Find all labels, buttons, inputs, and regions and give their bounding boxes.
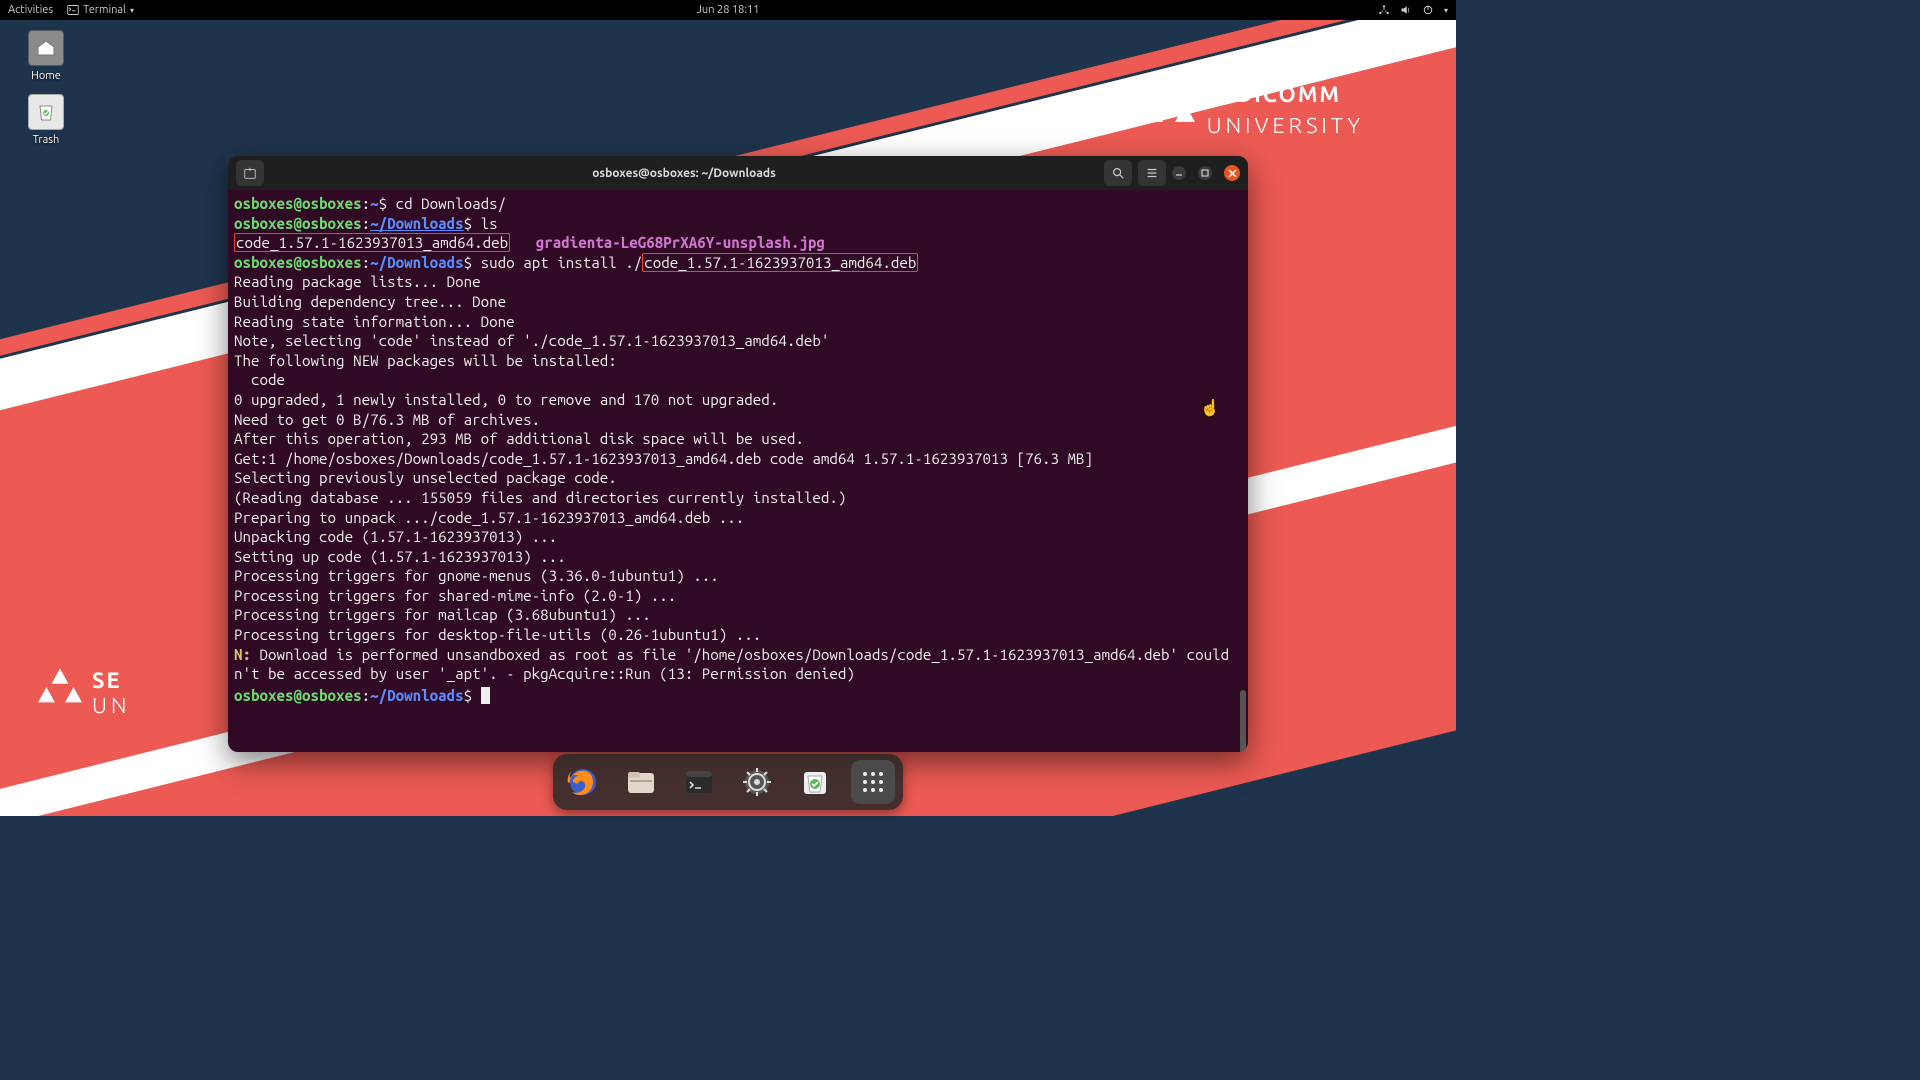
gnome-topbar: Activities Terminal ▾ Jun 28 18:11 ▾: [0, 0, 1456, 20]
brand-line2-small: UN: [92, 693, 131, 718]
term-line: 0 upgraded, 1 newly installed, 0 to remo…: [234, 391, 778, 408]
brand-logo: SEDICOMM UNIVERSITY: [1207, 80, 1364, 142]
term-line: Processing triggers for shared-mime-info…: [234, 587, 676, 604]
term-line: Reading package lists... Done: [234, 273, 481, 290]
home-folder-icon: [28, 30, 64, 66]
brand-logo-small: SE UN: [92, 668, 131, 718]
trash-icon: [28, 94, 64, 130]
activities-button[interactable]: Activities: [8, 4, 53, 16]
search-button[interactable]: [1104, 160, 1132, 186]
term-line: The following NEW packages will be insta…: [234, 352, 617, 369]
prompt-path: ~/Downloads: [370, 215, 464, 232]
prompt-userhost: osboxes@osboxes: [234, 195, 362, 212]
maximize-button[interactable]: [1198, 166, 1212, 180]
dock-firefox[interactable]: [561, 760, 605, 804]
terminal-cursor: [481, 687, 490, 704]
term-line: Processing triggers for gnome-menus (3.3…: [234, 567, 719, 584]
term-line: Processing triggers for mailcap (3.68ubu…: [234, 606, 651, 623]
new-tab-button[interactable]: [236, 160, 264, 186]
desktop-home-label: Home: [18, 70, 74, 82]
dock-show-apps[interactable]: [851, 760, 895, 804]
term-line: Selecting previously unselected package …: [234, 469, 617, 486]
term-line: Reading state information... Done: [234, 313, 515, 330]
terminal-icon: [67, 4, 79, 16]
term-line: Preparing to unpack .../code_1.57.1-1623…: [234, 509, 744, 526]
prompt-userhost: osboxes@osboxes: [234, 687, 362, 704]
terminal-output[interactable]: osboxes@osboxes:~$ cd Downloads/ osboxes…: [228, 190, 1248, 752]
term-line: code: [234, 371, 285, 388]
chevron-down-icon[interactable]: ▾: [1444, 6, 1448, 15]
note-text: Download is performed unsandboxed as roo…: [234, 646, 1229, 683]
note-prefix: N:: [234, 646, 251, 663]
app-menu[interactable]: Terminal ▾: [67, 4, 134, 16]
brand-line1-small: SE: [92, 668, 131, 693]
app-menu-label: Terminal: [83, 4, 126, 16]
term-line: Setting up code (1.57.1-1623937013) ...: [234, 548, 566, 565]
terminal-window: osboxes@osboxes: ~/Downloads osboxes@osb…: [228, 156, 1248, 752]
prompt-path: ~/Downloads: [370, 687, 464, 704]
minimize-button[interactable]: [1172, 166, 1186, 180]
brand-line2: UNIVERSITY: [1207, 111, 1364, 142]
prompt-path: ~: [370, 195, 379, 212]
triangle-icon: [38, 668, 82, 712]
dock-files[interactable]: [619, 760, 663, 804]
power-icon[interactable]: [1422, 4, 1434, 16]
cmd-install-file: code_1.57.1-1623937013_amd64.deb: [642, 253, 918, 272]
dock-terminal[interactable]: [677, 760, 721, 804]
dock-settings[interactable]: [735, 760, 779, 804]
dock-trash[interactable]: [793, 760, 837, 804]
mouse-cursor-icon: ☝: [1200, 398, 1220, 417]
prompt-userhost: osboxes@osboxes: [234, 215, 362, 232]
prompt-userhost: osboxes@osboxes: [234, 254, 362, 271]
ls-output-jpg: gradienta-LeG68PrXA6Y-unsplash.jpg: [536, 234, 825, 251]
prompt-path: ~/Downloads: [370, 254, 464, 271]
terminal-title: osboxes@osboxes: ~/Downloads: [270, 167, 1098, 180]
network-icon[interactable]: [1378, 4, 1390, 16]
hamburger-menu-button[interactable]: [1138, 160, 1166, 186]
term-line: After this operation, 293 MB of addition…: [234, 430, 804, 447]
clock[interactable]: Jun 28 18:11: [697, 4, 760, 16]
dock: [553, 754, 903, 810]
triangle-icon: [1143, 82, 1195, 135]
cmd-cd: cd Downloads/: [396, 195, 507, 212]
close-button[interactable]: [1224, 165, 1240, 181]
term-line: Processing triggers for desktop-file-uti…: [234, 626, 761, 643]
terminal-titlebar[interactable]: osboxes@osboxes: ~/Downloads: [228, 156, 1248, 190]
ls-output-deb: code_1.57.1-1623937013_amd64.deb: [234, 233, 510, 252]
term-line: Building dependency tree... Done: [234, 293, 506, 310]
term-line: Note, selecting 'code' instead of './cod…: [234, 332, 829, 349]
cmd-ls: ls: [481, 215, 498, 232]
volume-icon[interactable]: [1400, 4, 1412, 16]
chevron-down-icon: ▾: [130, 6, 134, 15]
term-line: Unpacking code (1.57.1-1623937013) ...: [234, 528, 557, 545]
terminal-scrollbar[interactable]: [1240, 690, 1246, 752]
desktop-trash[interactable]: Trash: [18, 94, 74, 146]
term-line: Get:1 /home/osboxes/Downloads/code_1.57.…: [234, 450, 1093, 467]
desktop-home[interactable]: Home: [18, 30, 74, 82]
brand-line1: SEDICOMM: [1207, 80, 1364, 111]
term-line: (Reading database ... 155059 files and d…: [234, 489, 846, 506]
cmd-install-prefix: sudo apt install ./: [481, 254, 643, 271]
desktop-trash-label: Trash: [18, 134, 74, 146]
term-line: Need to get 0 B/76.3 MB of archives.: [234, 411, 540, 428]
